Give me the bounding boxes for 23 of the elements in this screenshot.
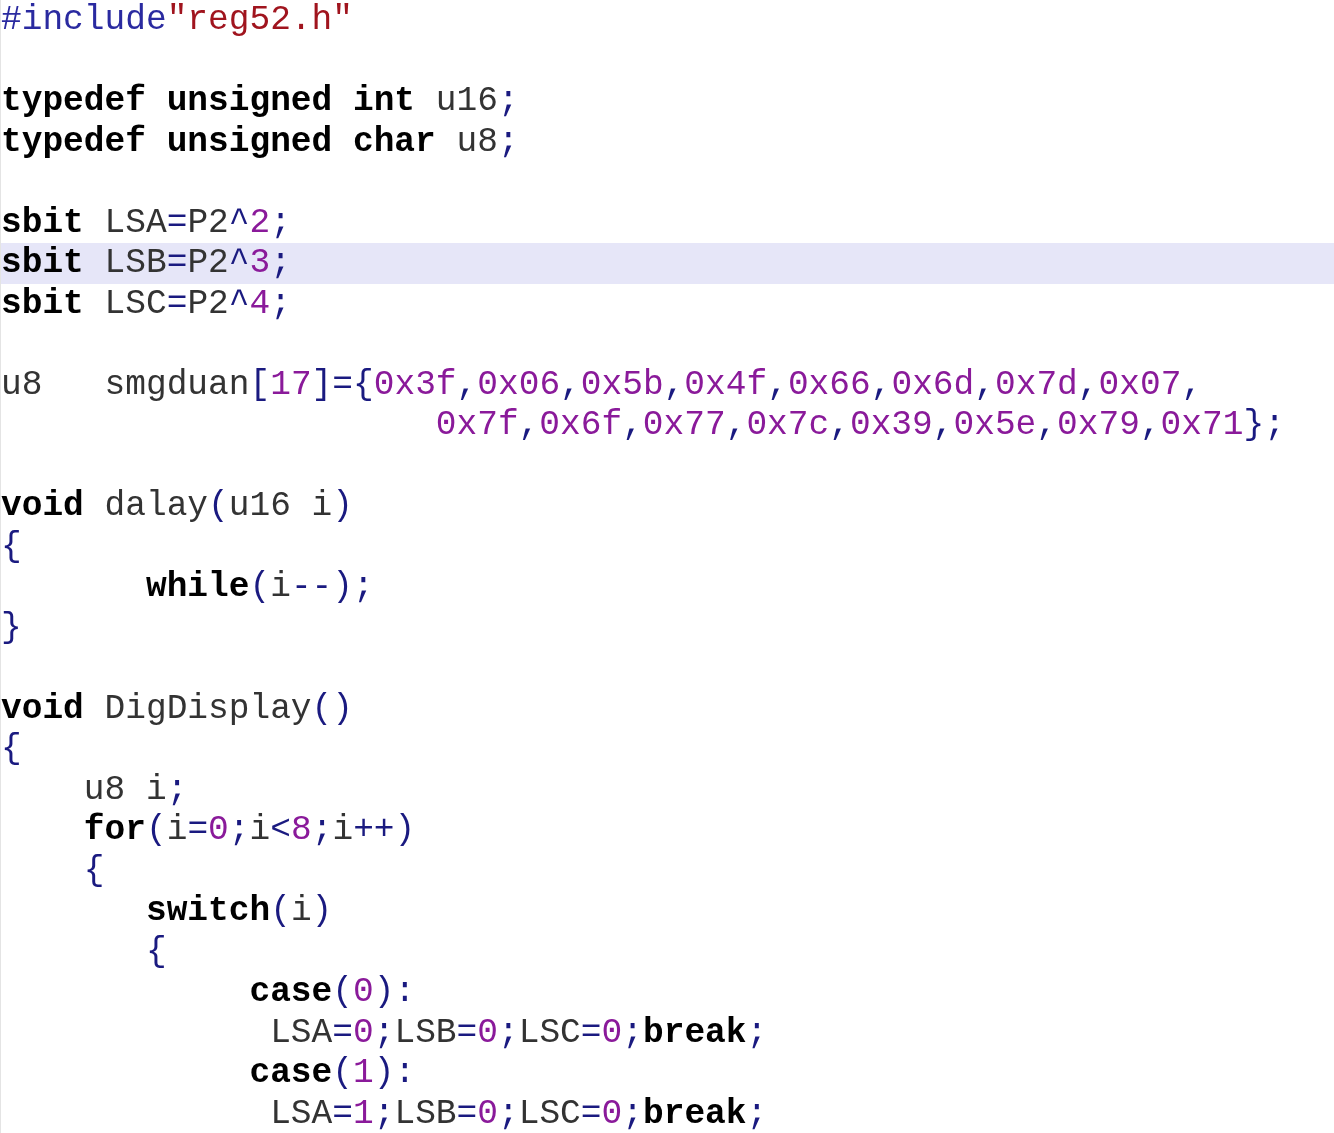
- code-line: switch(i): [144, 891, 333, 932]
- code-line: 0x7f,0x6f,0x77,0x7c,0x39,0x5e,0x79,0x71};: [434, 405, 1285, 446]
- code-line: case(1):: [248, 1053, 416, 1094]
- code-line: u8 i;: [82, 769, 188, 810]
- code-line: {: [82, 850, 105, 891]
- code-line: u8 smgduan[17]={0x3f,0x06,0x5b,0x4f,0x66,0x6d,0x7d,0x07,: [1, 364, 1203, 405]
- code-line: void DigDisplay(): [1, 688, 353, 729]
- code-line: LSA=1;LSB=0;LSC=0;break;: [269, 1093, 768, 1133]
- code-line: sbit LSC=P2^4;: [1, 283, 291, 324]
- code-line: }: [1, 607, 22, 648]
- code-line: void dalay(u16 i): [1, 486, 354, 527]
- code-line: typedef unsigned int u16;: [1, 81, 519, 122]
- code-line: LSA=0;LSB=0;LSC=0;break;: [269, 1012, 768, 1053]
- code-line: typedef unsigned char u8;: [1, 121, 519, 162]
- code-line: case(0):: [248, 972, 416, 1013]
- code-line: {: [144, 931, 167, 972]
- code-line: for(i=0;i<8;i++): [82, 810, 416, 851]
- code-line: {: [1, 729, 22, 770]
- code-line: while(i--);: [144, 567, 374, 608]
- code-line: {: [1, 526, 22, 567]
- code-line: #include"reg52.h": [1, 0, 353, 41]
- code-line: sbit LSB=P2^3;: [1, 243, 291, 284]
- code-line: sbit LSA=P2^2;: [1, 202, 291, 243]
